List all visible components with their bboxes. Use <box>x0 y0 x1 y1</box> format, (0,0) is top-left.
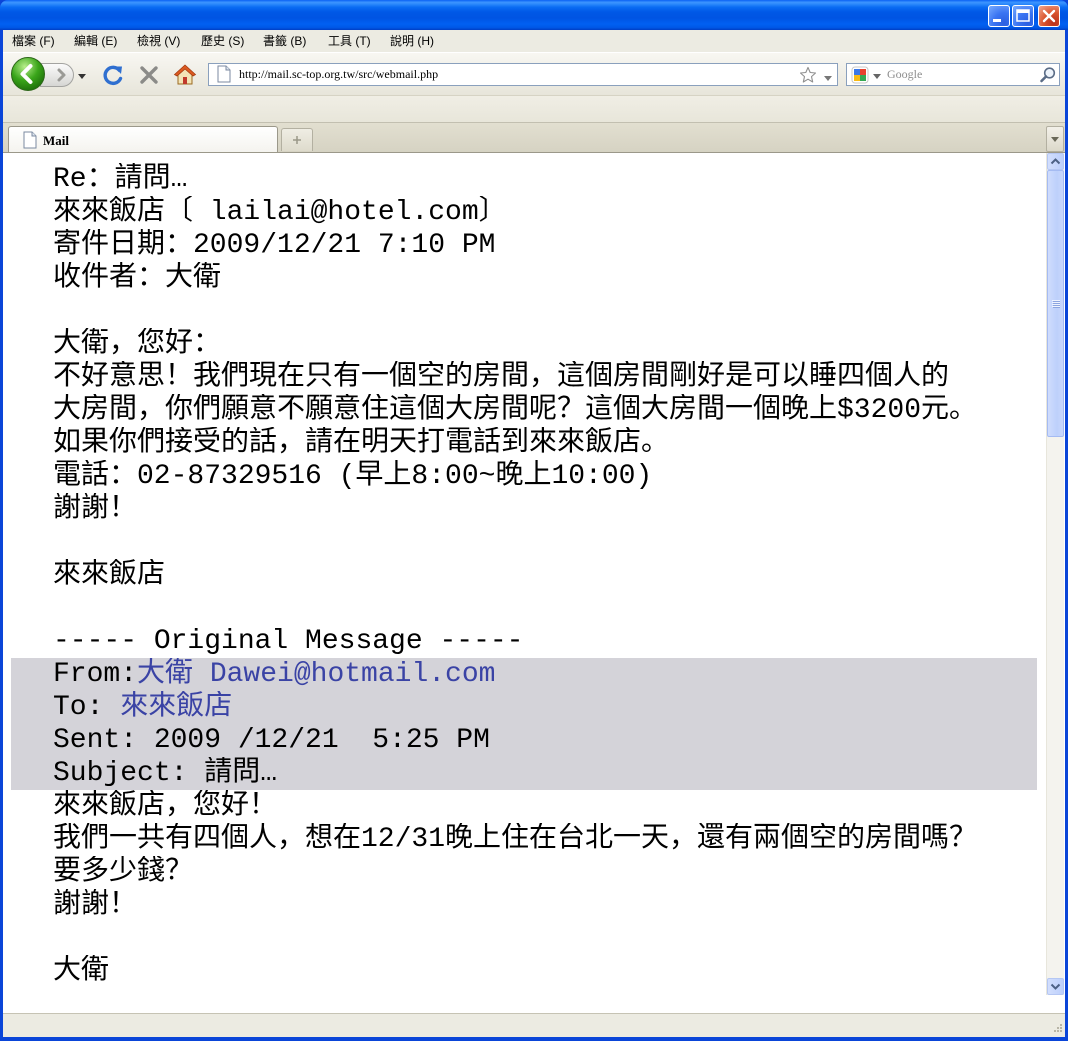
content-area: Re：請問… 來來飯店〔 lailai@hotel.com〕 寄件日期：2009… <box>3 152 1065 1013</box>
maximize-button[interactable] <box>1012 5 1034 27</box>
menu-help[interactable]: 說明 (H) <box>390 34 434 48</box>
new-tab-button[interactable] <box>281 128 313 151</box>
menu-file[interactable]: 檔案 (F) <box>12 34 55 48</box>
google-icon <box>851 66 869 84</box>
plus-icon <box>293 136 301 144</box>
stop-button[interactable] <box>138 64 160 86</box>
url-history-dropdown[interactable] <box>823 70 833 81</box>
original-body-line: 我們一共有四個人，想在12/31晚上住在台北一天，還有兩個空的房間嗎？ <box>53 824 978 855</box>
list-all-tabs-button[interactable] <box>1046 126 1064 152</box>
scrollbar-track[interactable] <box>1047 170 1064 978</box>
reload-button[interactable] <box>101 63 125 87</box>
menu-view[interactable]: 檢視 (V) <box>137 34 180 48</box>
chevron-down-icon <box>873 74 881 79</box>
email-recipient: 收件者：大衛 <box>53 263 222 294</box>
bookmark-star-icon <box>799 66 817 83</box>
search-icon <box>1040 67 1056 83</box>
email-subject: Re：請問… <box>53 164 188 195</box>
original-message-divider: ----- Original Message ----- <box>53 626 524 657</box>
search-engine-selector[interactable] <box>851 66 885 84</box>
reply-signature: 來來飯店 <box>53 560 166 591</box>
from-link[interactable]: 大衛 Dawei@hotmail.com <box>137 659 495 690</box>
minimize-button[interactable] <box>988 5 1010 27</box>
chevron-down-icon <box>824 76 832 81</box>
menu-history[interactable]: 歷史 (S) <box>201 34 244 48</box>
minimize-icon <box>993 19 1001 22</box>
menu-edit[interactable]: 編輯 (E) <box>74 34 117 48</box>
original-sent: Sent: 2009 /12/21 5:25 PM <box>53 725 490 756</box>
reply-body-line: 大房間，你們願意不願意住這個大房間呢？這個大房間一個晚上$3200元。 <box>53 395 978 426</box>
chevron-down-icon <box>78 74 86 79</box>
search-button[interactable] <box>1039 66 1057 84</box>
close-icon <box>1042 9 1056 23</box>
menu-tools[interactable]: 工具 (T) <box>328 34 371 48</box>
title-bar[interactable] <box>0 0 1068 30</box>
scroll-down-button[interactable] <box>1047 978 1064 995</box>
grip-lines-icon <box>1052 299 1060 308</box>
reply-body-line: 電話：02-87329516 (早上8:00~晚上10:00) <box>53 461 653 492</box>
history-dropdown[interactable] <box>77 68 87 79</box>
bookmark-star-button[interactable] <box>799 66 817 84</box>
to-link[interactable]: 來來飯店 <box>120 692 232 723</box>
email-sender: 來來飯店〔 lailai@hotel.com〕 <box>53 197 507 228</box>
bookmarks-toolbar <box>3 95 1065 122</box>
search-input[interactable] <box>887 66 1035 83</box>
tab-mail[interactable]: Mail <box>8 126 278 153</box>
page-icon <box>217 65 231 83</box>
tab-strip: Mail <box>3 122 1065 153</box>
url-input[interactable] <box>239 66 789 83</box>
home-icon <box>173 64 197 85</box>
reply-body-line: 大衛，您好： <box>53 329 222 360</box>
close-button[interactable] <box>1038 5 1060 27</box>
page-icon <box>23 131 37 149</box>
original-to: To: 來來飯店 <box>53 691 1037 724</box>
original-subject: Subject: 請問… <box>53 758 278 789</box>
original-signature: 大衛 <box>53 956 110 987</box>
reply-body-line: 不好意思！我們現在只有一個空的房間，這個房間剛好是可以睡四個人的 <box>53 362 950 393</box>
stop-icon <box>140 66 158 84</box>
original-from: From:大衛 Dawei@hotmail.com <box>53 658 1037 691</box>
back-button[interactable] <box>10 56 46 92</box>
original-message-header: From:大衛 Dawei@hotmail.com To: 來來飯店 Sent:… <box>11 658 1037 790</box>
email-message: Re：請問… 來來飯店〔 lailai@hotel.com〕 寄件日期：2009… <box>11 163 1043 988</box>
back-arrow-icon <box>11 57 45 91</box>
navigation-toolbar <box>3 52 1065 95</box>
home-button[interactable] <box>173 63 197 87</box>
scrollbar-thumb[interactable] <box>1047 170 1064 437</box>
email-date: 寄件日期：2009/12/21 7:10 PM <box>53 230 496 261</box>
reply-body-line: 如果你們接受的話，請在明天打電話到來來飯店。 <box>53 428 670 459</box>
original-body-line: 謝謝！ <box>53 890 138 921</box>
chevron-down-icon <box>1050 983 1061 990</box>
original-body-line: 要多少錢？ <box>53 857 194 888</box>
to-label: To: <box>53 692 121 723</box>
original-body-line: 來來飯店，您好！ <box>53 791 278 822</box>
reply-body-line: 謝謝！ <box>53 494 138 525</box>
search-bar[interactable] <box>846 63 1060 86</box>
scroll-up-button[interactable] <box>1047 153 1064 170</box>
tab-label: Mail <box>43 133 69 148</box>
reload-icon <box>103 65 123 86</box>
chevron-down-icon <box>1051 137 1059 142</box>
chevron-up-icon <box>1050 158 1061 165</box>
resize-grip-icon[interactable] <box>1049 1021 1063 1035</box>
url-bar[interactable] <box>208 63 838 86</box>
menu-bar: 檔案 (F) 編輯 (E) 檢視 (V) 歷史 (S) 書籤 (B) 工具 (T… <box>3 30 1065 52</box>
from-label: From: <box>53 659 138 690</box>
menu-bookmarks[interactable]: 書籤 (B) <box>263 34 306 48</box>
vertical-scrollbar[interactable] <box>1046 153 1064 995</box>
status-bar <box>3 1013 1065 1037</box>
maximize-icon <box>1016 9 1030 22</box>
